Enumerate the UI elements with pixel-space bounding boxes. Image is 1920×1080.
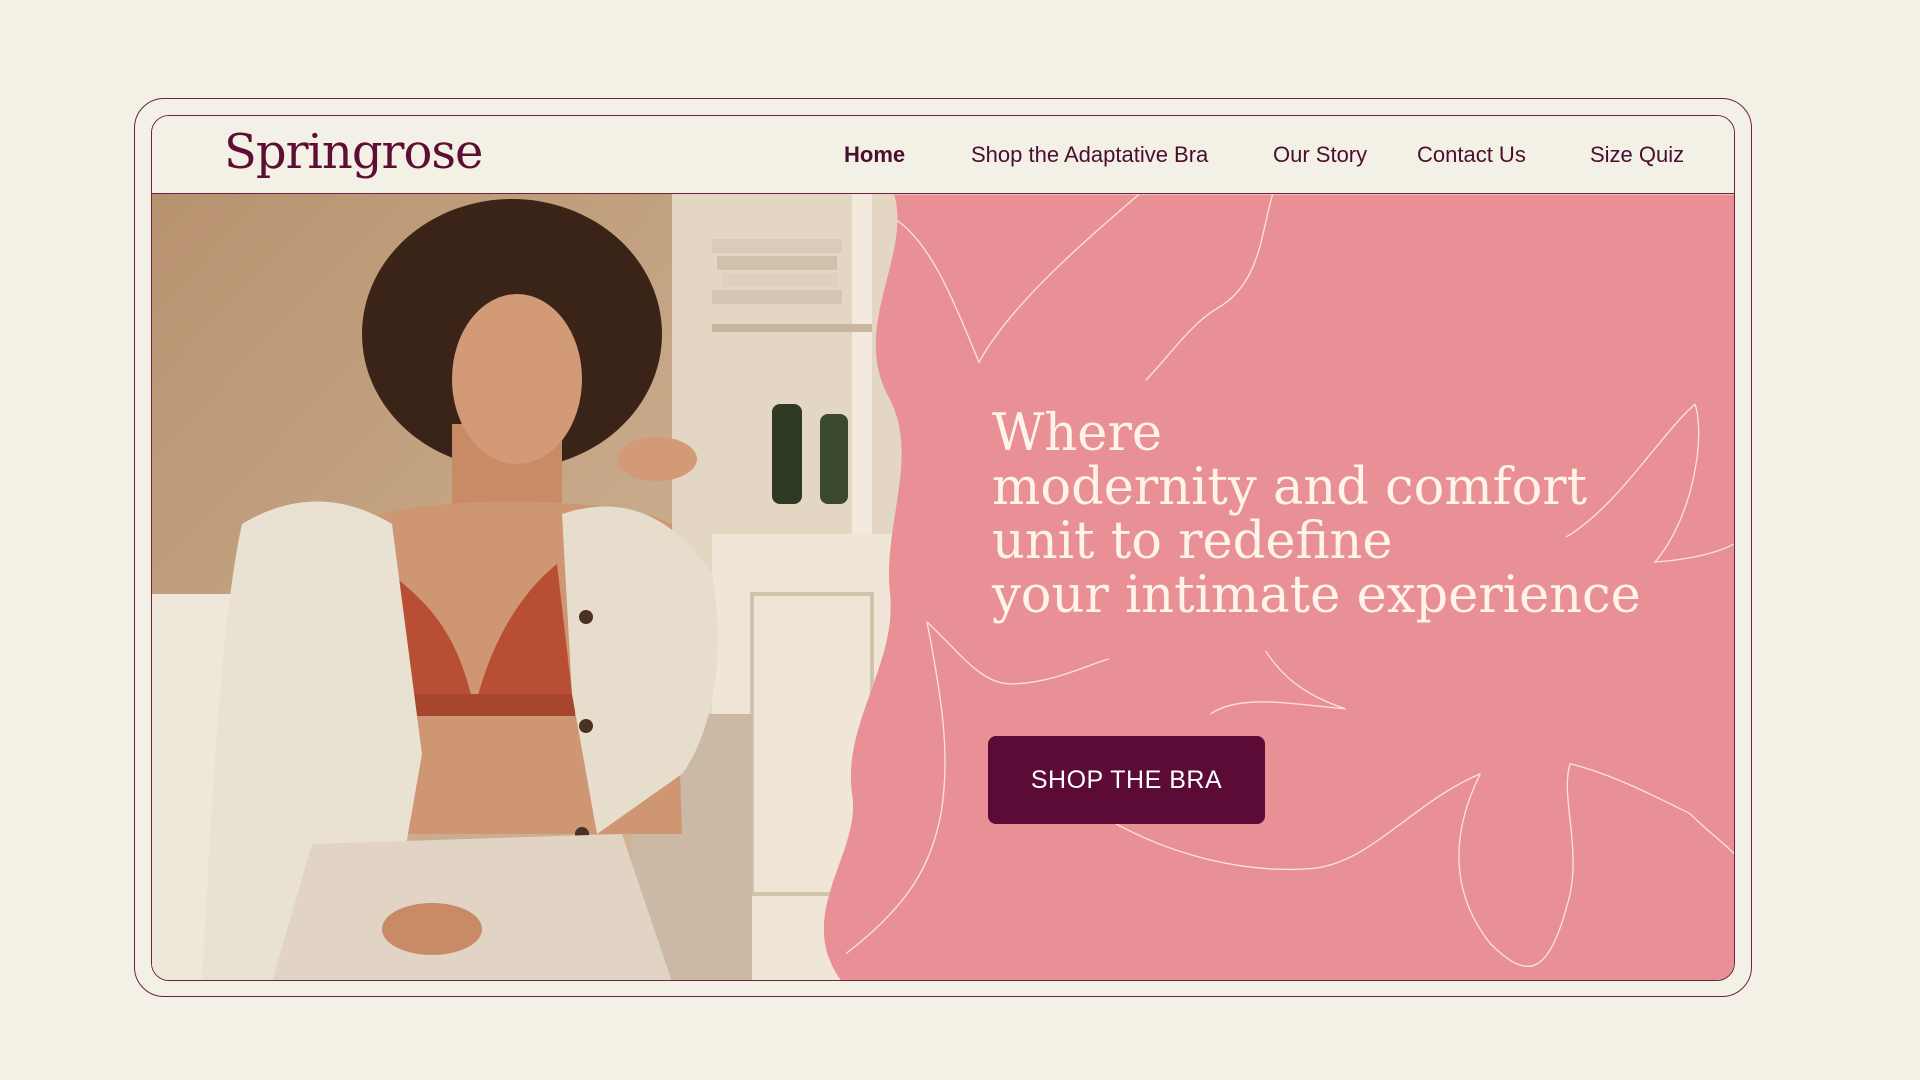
hero-section: Where modernity and comfort unit to rede…	[152, 194, 1734, 980]
navbar: Springrose Home Shop the Adaptative Bra …	[152, 116, 1734, 194]
shop-the-bra-button[interactable]: SHOP THE BRA	[988, 736, 1265, 824]
headline-line: modernity and comfort	[992, 458, 1588, 517]
hero-headline: Where modernity and comfort unit to rede…	[992, 407, 1641, 623]
nav-shop-adaptative-bra[interactable]: Shop the Adaptative Bra	[971, 144, 1208, 166]
nav-size-quiz[interactable]: Size Quiz	[1590, 144, 1684, 166]
hero-photo-woman	[152, 194, 902, 980]
nav-home[interactable]: Home	[844, 144, 905, 166]
headline-line: unit to redefine	[992, 512, 1393, 571]
headline-line: your intimate experience	[992, 566, 1641, 625]
headline-line: Where	[992, 404, 1163, 463]
logo[interactable]: Springrose	[224, 128, 483, 176]
browser-frame: Springrose Home Shop the Adaptative Bra …	[151, 115, 1735, 981]
nav-contact-us[interactable]: Contact Us	[1417, 144, 1526, 166]
nav-our-story[interactable]: Our Story	[1273, 144, 1367, 166]
